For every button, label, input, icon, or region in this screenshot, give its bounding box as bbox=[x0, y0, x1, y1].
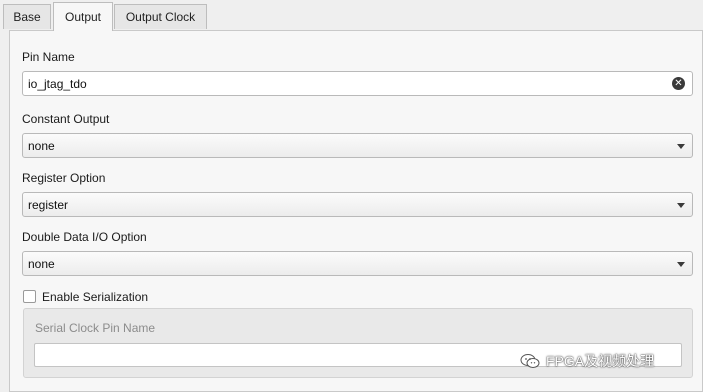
tab-base[interactable]: Base bbox=[3, 4, 51, 29]
watermark-text: FPGA及视频处理 bbox=[546, 353, 655, 369]
double-data-value: none bbox=[28, 256, 55, 271]
chevron-down-icon bbox=[677, 262, 685, 267]
pin-name-label: Pin Name bbox=[22, 50, 75, 64]
chevron-down-icon bbox=[677, 203, 685, 208]
constant-output-label: Constant Output bbox=[22, 112, 110, 126]
constant-output-select[interactable]: none bbox=[22, 133, 693, 158]
register-option-select[interactable]: register bbox=[22, 192, 693, 217]
wechat-icon bbox=[520, 354, 540, 368]
chevron-down-icon bbox=[677, 144, 685, 149]
double-data-select[interactable]: none bbox=[22, 251, 693, 276]
register-option-value: register bbox=[28, 197, 69, 212]
register-option-label: Register Option bbox=[22, 171, 106, 185]
tab-output-clock[interactable]: Output Clock bbox=[114, 4, 207, 29]
enable-serialization-checkbox[interactable] bbox=[23, 290, 36, 303]
clear-icon[interactable]: ✕ bbox=[672, 77, 685, 90]
pin-name-field[interactable]: ✕ bbox=[22, 71, 693, 96]
enable-serialization-label[interactable]: Enable Serialization bbox=[42, 290, 148, 304]
double-data-label: Double Data I/O Option bbox=[22, 230, 147, 244]
pin-name-input[interactable] bbox=[28, 76, 648, 91]
tab-bar: Base Output Output Clock bbox=[0, 0, 703, 31]
constant-output-value: none bbox=[28, 138, 55, 153]
tab-output[interactable]: Output bbox=[53, 2, 113, 31]
watermark: FPGA及视频处理 bbox=[520, 351, 654, 371]
serial-clock-pin-label: Serial Clock Pin Name bbox=[35, 321, 156, 335]
